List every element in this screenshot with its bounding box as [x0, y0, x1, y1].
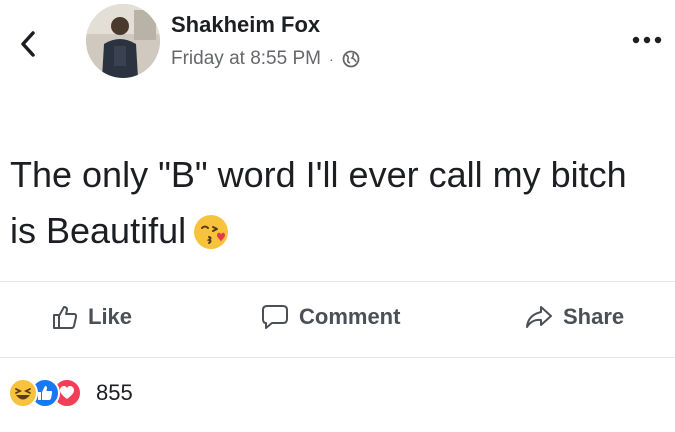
more-options-button[interactable]	[629, 30, 665, 50]
avatar[interactable]	[86, 4, 160, 78]
post-text: The only "B" word I'll ever call my bitc…	[10, 154, 627, 251]
haha-reaction-icon	[8, 378, 38, 408]
globe-icon	[342, 50, 360, 68]
meta-separator: ·	[328, 51, 334, 67]
comment-label: Comment	[299, 304, 401, 329]
reactions-summary[interactable]: 855	[8, 378, 133, 408]
chevron-left-icon	[21, 31, 35, 57]
action-bar: Like Comment Share	[0, 292, 675, 348]
back-button[interactable]	[14, 26, 42, 62]
post-body: The only "B" word I'll ever call my bitc…	[10, 147, 660, 259]
thumbs-up-icon	[53, 306, 78, 329]
divider-top	[0, 281, 675, 282]
author-name[interactable]: Shakheim Fox	[171, 12, 320, 38]
share-button[interactable]: Share	[525, 304, 624, 330]
post-timestamp[interactable]: Friday at 8:55 PM	[171, 48, 321, 70]
like-button[interactable]: Like	[52, 304, 132, 330]
like-label: Like	[88, 304, 133, 329]
kissing-heart-emoji	[192, 211, 230, 249]
divider-bottom	[0, 357, 675, 358]
share-arrow-icon	[526, 306, 552, 328]
profile-photo	[86, 4, 160, 78]
post-meta: Friday at 8:55 PM ·	[171, 48, 360, 70]
reaction-count[interactable]: 855	[96, 380, 133, 406]
share-label: Share	[563, 304, 625, 329]
comment-bubble-icon	[262, 305, 288, 329]
facebook-post: Shakheim Fox Friday at 8:55 PM · The onl…	[0, 0, 675, 432]
more-dots-icon	[632, 36, 662, 44]
comment-button[interactable]: Comment	[261, 304, 400, 330]
